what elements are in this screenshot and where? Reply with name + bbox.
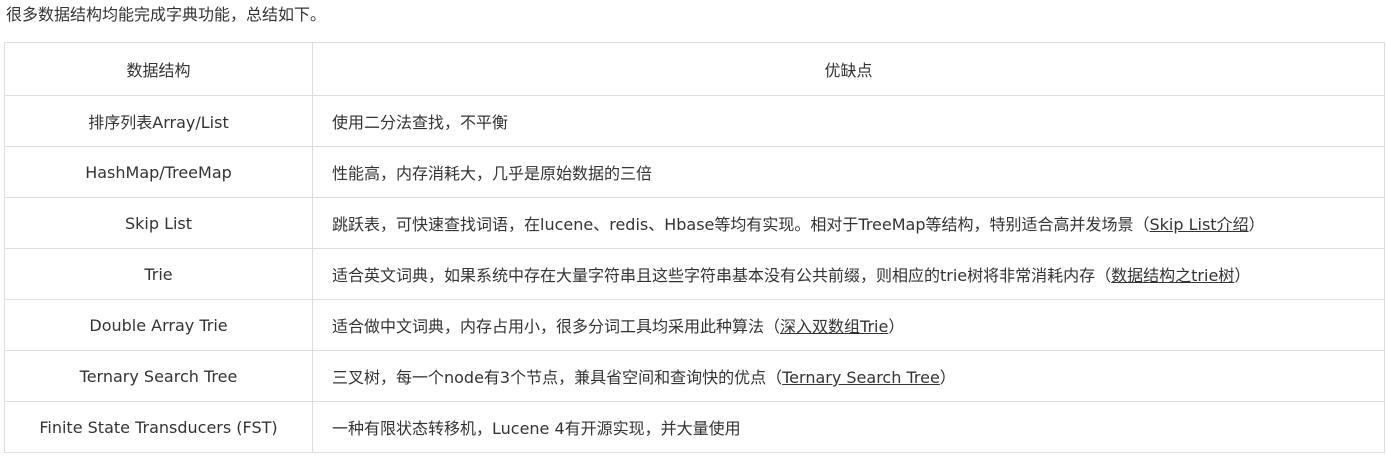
structure-name: Double Array Trie — [4, 299, 313, 351]
structure-description: 一种有限状态转移机，Lucene 4有开源实现，并大量使用 — [312, 401, 1385, 453]
structure-name: Skip List — [4, 197, 313, 249]
description-text: 适合英文词典，如果系统中存在大量字符串且这些字符串基本没有公共前缀，则相应的tr… — [332, 266, 1112, 285]
trie-article-link[interactable]: 数据结构之trie树 — [1111, 266, 1234, 285]
structure-name: Trie — [4, 248, 313, 300]
intro-text: 很多数据结构均能完成字典功能，总结如下。 — [6, 5, 327, 24]
table-header-row: 数据结构 优缺点 — [4, 42, 1385, 96]
structure-name: Ternary Search Tree — [4, 350, 313, 402]
structure-description: 跳跃表，可快速查找词语，在lucene、redis、Hbase等均有实现。相对于… — [312, 197, 1385, 249]
description-tail: ） — [888, 317, 905, 336]
description-text: 一种有限状态转移机，Lucene 4有开源实现，并大量使用 — [332, 419, 741, 438]
skip-list-intro-link[interactable]: Skip List介绍 — [1150, 215, 1249, 234]
description-tail: ） — [1248, 215, 1265, 234]
structure-name: Finite State Transducers (FST) — [4, 401, 313, 453]
description-tail: ） — [1234, 266, 1251, 285]
structure-description: 性能高，内存消耗大，几乎是原始数据的三倍 — [312, 146, 1385, 198]
double-array-trie-link[interactable]: 深入双数组Trie — [780, 317, 888, 336]
structure-description: 使用二分法查找，不平衡 — [312, 95, 1385, 147]
structure-description: 适合英文词典，如果系统中存在大量字符串且这些字符串基本没有公共前缀，则相应的tr… — [312, 248, 1385, 300]
description-text: 使用二分法查找，不平衡 — [332, 113, 509, 132]
table-row: Finite State Transducers (FST) 一种有限状态转移机… — [4, 401, 1385, 453]
structure-name: 排序列表Array/List — [4, 95, 313, 147]
structure-description: 适合做中文词典，内存占用小，很多分词工具均采用此种算法（深入双数组Trie） — [312, 299, 1385, 351]
description-text: 三叉树，每一个node有3个节点，兼具省空间和查询快的优点（ — [332, 368, 783, 387]
description-tail: ） — [939, 368, 956, 387]
table-row: 排序列表Array/List 使用二分法查找，不平衡 — [4, 95, 1385, 147]
table-row: HashMap/TreeMap 性能高，内存消耗大，几乎是原始数据的三倍 — [4, 146, 1385, 198]
description-text: 性能高，内存消耗大，几乎是原始数据的三倍 — [332, 164, 653, 183]
ternary-search-tree-link[interactable]: Ternary Search Tree — [782, 368, 940, 387]
structure-description: 三叉树，每一个node有3个节点，兼具省空间和查询快的优点（Ternary Se… — [312, 350, 1385, 402]
structure-name: HashMap/TreeMap — [4, 146, 313, 198]
article-page: 很多数据结构均能完成字典功能，总结如下。 数据结构 优缺点 排序列表Array/… — [0, 0, 1387, 461]
description-text: 适合做中文词典，内存占用小，很多分词工具均采用此种算法（ — [332, 317, 781, 336]
header-data-structure: 数据结构 — [4, 42, 313, 96]
description-text: 跳跃表，可快速查找词语，在lucene、redis、Hbase等均有实现。相对于… — [332, 215, 1150, 234]
table-row: Trie 适合英文词典，如果系统中存在大量字符串且这些字符串基本没有公共前缀，则… — [4, 248, 1385, 300]
table-row: Skip List 跳跃表，可快速查找词语，在lucene、redis、Hbas… — [4, 197, 1385, 249]
table-row: Double Array Trie 适合做中文词典，内存占用小，很多分词工具均采… — [4, 299, 1385, 351]
table-row: Ternary Search Tree 三叉树，每一个node有3个节点，兼具省… — [4, 350, 1385, 402]
dictionary-structures-table: 数据结构 优缺点 排序列表Array/List 使用二分法查找，不平衡 Hash… — [4, 42, 1385, 453]
header-pros-cons: 优缺点 — [312, 42, 1385, 96]
